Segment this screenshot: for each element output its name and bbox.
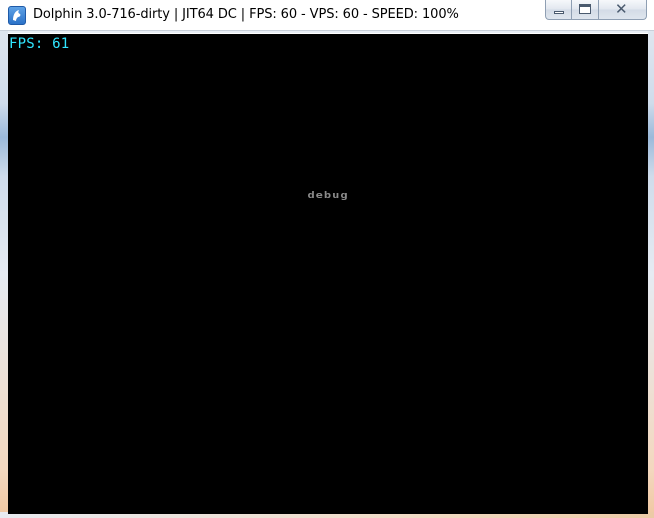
debug-label: debug [307, 189, 349, 201]
title-bar[interactable]: Dolphin 3.0-716-dirty | JIT64 DC | FPS: … [0, 0, 654, 31]
game-render-viewport[interactable]: FPS: 61 debug [8, 33, 648, 514]
minimize-icon [554, 11, 564, 14]
close-icon: ✕ [615, 0, 628, 18]
window-controls: ✕ [545, 0, 647, 21]
window-title: Dolphin 3.0-716-dirty | JIT64 DC | FPS: … [33, 7, 459, 22]
dolphin-app-icon[interactable] [8, 6, 26, 25]
maximize-icon [579, 4, 591, 14]
window-frame-right [648, 30, 654, 518]
close-button[interactable]: ✕ [599, 0, 647, 20]
maximize-button[interactable] [572, 0, 599, 20]
minimize-button[interactable] [545, 0, 572, 20]
window-frame-left [0, 30, 8, 518]
fps-overlay: FPS: 61 [9, 36, 70, 52]
